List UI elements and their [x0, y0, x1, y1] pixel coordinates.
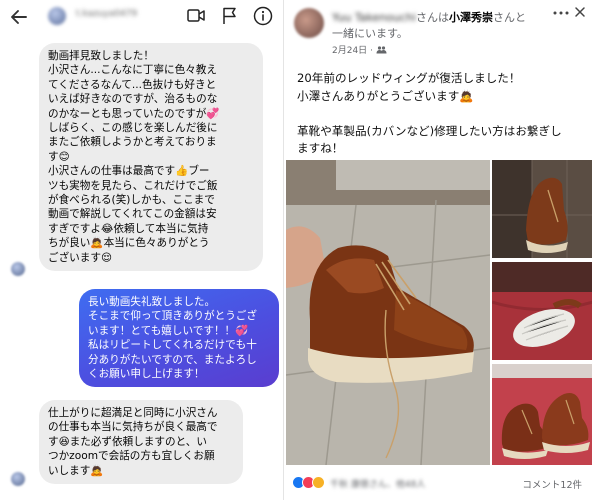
with-suffix: さんと	[493, 11, 527, 24]
reactions-bar[interactable]: 千秋 康徳さん、他48人 コメント12件	[292, 474, 592, 491]
author-name[interactable]: Yuu Takenouchi	[332, 11, 416, 24]
post-meta: 2月24日 ·	[332, 43, 387, 56]
messenger-chat: t.kazuya0479 動画拝見致しました！ 小沢さん...こんなに丁寧に色々…	[0, 0, 283, 500]
boot-photo-side	[492, 160, 592, 258]
message-outgoing: 長い動画失礼致しました。 そこまで仰って頂きありがとうござ います！とても嬉しい…	[79, 289, 279, 388]
author-avatar[interactable]	[294, 8, 324, 38]
reaction-names[interactable]: 千秋 康徳さん、他48人	[330, 477, 425, 490]
post-photo-main[interactable]	[286, 160, 490, 465]
post-author-line: Yuu Takenouchiさんは小澤秀崇さんと	[332, 9, 526, 25]
video-call-icon[interactable]	[187, 8, 205, 24]
info-icon[interactable]	[253, 6, 273, 26]
flag-icon[interactable]	[222, 7, 238, 25]
boot-photo-pair	[492, 364, 592, 465]
post-author-line2: 一緒にいます。	[332, 27, 408, 40]
sender-avatar	[11, 472, 25, 486]
sender-avatar	[11, 262, 25, 276]
message-incoming: 仕上がりに超満足と同時に小沢さん の仕事も本当に気持ちが良く最高で す😆また必ず…	[39, 400, 243, 485]
tagged-name[interactable]: 小澤秀崇	[449, 11, 493, 24]
chat-header: t.kazuya0479	[0, 0, 283, 34]
screenshot-collage: t.kazuya0479 動画拝見致しました！ 小沢さん...こんなに丁寧に色々…	[0, 0, 592, 500]
wow-icon	[312, 476, 325, 489]
post-photo-2[interactable]	[492, 160, 592, 258]
post-photo-4[interactable]	[492, 364, 592, 465]
audience-friends-icon[interactable]	[376, 46, 387, 54]
contact-name[interactable]: t.kazuya0479	[76, 9, 137, 19]
boot-photo-main	[286, 160, 490, 465]
comment-count[interactable]: コメント12件	[522, 477, 582, 491]
post-photo-3[interactable]	[492, 262, 592, 360]
more-options-icon[interactable]	[552, 9, 570, 17]
close-icon[interactable]	[574, 6, 586, 18]
post-body: 20年前のレッドウィングが復活しました！ 小澤さんありがとうございます🙇 革靴や…	[297, 71, 562, 156]
meta-separator: ·	[370, 46, 373, 56]
boot-photo-sole	[492, 262, 592, 360]
back-arrow-icon[interactable]	[8, 6, 30, 28]
message-incoming: 動画拝見致しました！ 小沢さん...こんなに丁寧に色々教え てくださるなんて..…	[39, 43, 263, 272]
facebook-post: Yuu Takenouchiさんは小澤秀崇さんと 一緒にいます。 2月24日 ·…	[283, 0, 592, 500]
with-prefix: さんは	[416, 11, 450, 24]
post-date[interactable]: 2月24日	[332, 46, 367, 56]
contact-avatar[interactable]	[48, 7, 66, 25]
